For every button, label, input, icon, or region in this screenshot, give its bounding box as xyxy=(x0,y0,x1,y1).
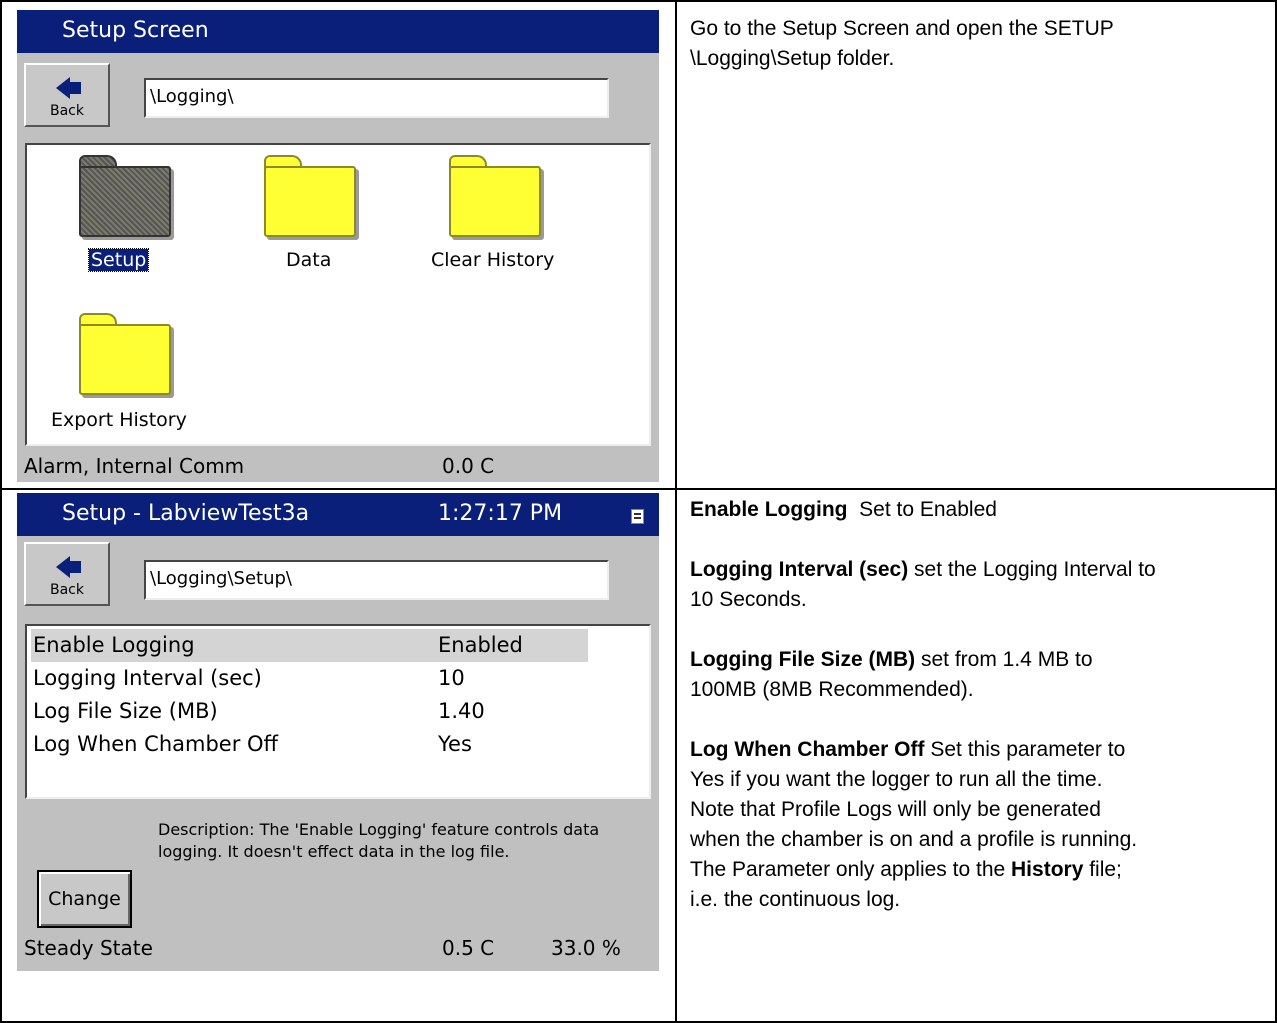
table-border-middle xyxy=(0,488,1277,490)
instruction-text: set from 1.4 MB to xyxy=(915,648,1093,671)
folder-label-setup[interactable]: Setup xyxy=(87,248,150,272)
instruction-step-1: Go to the Setup Screen and open the SETU… xyxy=(690,14,1268,74)
param-name: Log File Size (MB) xyxy=(33,699,218,723)
window-title: Setup Screen xyxy=(62,18,209,43)
instruction-line: Note that Profile Logs will only be gene… xyxy=(690,798,1101,821)
list-item-enable-logging[interactable]: Enable Logging Enabled xyxy=(31,629,588,662)
back-button[interactable]: Back xyxy=(24,542,110,606)
folder-label-clear-history[interactable]: Clear History xyxy=(431,249,554,271)
back-button[interactable]: Back xyxy=(24,63,110,127)
parameter-list: Enable Logging Enabled Logging Interval … xyxy=(25,624,651,799)
param-heading: Enable Logging xyxy=(690,498,848,521)
logging-interval-instruction: Logging Interval (sec) set the Logging I… xyxy=(690,555,1272,585)
back-arrow-shaft xyxy=(69,561,81,573)
list-item-log-file-size[interactable]: Log File Size (MB) 1.40 xyxy=(31,695,631,728)
param-name: Enable Logging xyxy=(33,633,195,657)
back-arrow-icon xyxy=(56,556,70,578)
title-bar: Setup Screen xyxy=(17,10,659,53)
table-border-left xyxy=(0,0,2,1023)
instruction-text: The Parameter only applies to the xyxy=(690,858,1012,881)
back-button-label: Back xyxy=(50,582,84,598)
instruction-line: \Logging\Setup folder. xyxy=(690,47,895,70)
param-heading: Log When Chamber Off xyxy=(690,738,925,761)
instruction-text: set the Logging Interval to xyxy=(908,558,1156,581)
param-value: Yes xyxy=(438,732,472,756)
param-heading: Logging File Size (MB) xyxy=(690,648,916,671)
history-emphasis: History xyxy=(1011,858,1084,881)
instruction-line: The Parameter only applies to the Histor… xyxy=(690,855,1272,885)
log-when-chamber-off-instruction: Log When Chamber Off Set this parameter … xyxy=(690,735,1272,765)
change-button[interactable]: Change xyxy=(37,870,132,928)
window-title: Setup - LabviewTest3a xyxy=(62,501,310,526)
back-arrow-icon xyxy=(56,77,70,99)
folder-icon-setup[interactable] xyxy=(79,155,171,237)
list-item-logging-interval[interactable]: Logging Interval (sec) 10 xyxy=(31,662,631,695)
setup-screen-screenshot: Setup Screen Back \Logging\ Setup Data C… xyxy=(17,10,659,482)
clock: 1:27:17 PM xyxy=(438,501,563,526)
param-value: 1.40 xyxy=(438,699,485,723)
instruction-line: i.e. the continuous log. xyxy=(690,888,901,911)
param-value: 10 xyxy=(438,666,465,690)
keyboard-icon[interactable] xyxy=(631,509,644,524)
instruction-step-2: Enable Logging Set to Enabled Logging In… xyxy=(690,495,1272,915)
status-temperature: 0.5 C xyxy=(442,936,495,960)
instruction-line: Go to the Setup Screen and open the SETU… xyxy=(690,17,1114,40)
status-humidity: 33.0 % xyxy=(551,936,621,960)
parameter-description: Description: The 'Enable Logging' featur… xyxy=(158,820,600,861)
folder-icon-clear-history[interactable] xyxy=(449,155,541,237)
title-bar: Setup - LabviewTest3a 1:27:17 PM xyxy=(17,493,659,536)
path-input[interactable]: \Logging\ xyxy=(144,78,609,118)
param-value: Enabled xyxy=(438,633,523,657)
folder-icon-export-history[interactable] xyxy=(79,313,171,395)
instruction-line: 10 Seconds. xyxy=(690,588,807,611)
status-state: Steady State xyxy=(24,936,153,960)
folder-label-data[interactable]: Data xyxy=(286,249,331,271)
enable-logging-instruction: Enable Logging Set to Enabled xyxy=(690,495,1272,525)
param-name: Log When Chamber Off xyxy=(33,732,279,756)
instruction-line: Yes if you want the logger to run all th… xyxy=(690,768,1103,791)
table-border-divider xyxy=(675,0,677,1023)
instruction-text: Set to Enabled xyxy=(847,498,997,521)
table-border-top xyxy=(0,0,1277,2)
status-alarm: Alarm, Internal Comm xyxy=(24,454,245,478)
list-item-log-when-chamber-off[interactable]: Log When Chamber Off Yes xyxy=(31,728,631,761)
param-name: Logging Interval (sec) xyxy=(33,666,262,690)
back-button-label: Back xyxy=(50,103,84,119)
back-arrow-shaft xyxy=(69,82,81,94)
instruction-text: Set this parameter to xyxy=(924,738,1126,761)
param-heading: Logging Interval (sec) xyxy=(690,558,909,581)
log-file-size-instruction: Logging File Size (MB) set from 1.4 MB t… xyxy=(690,645,1272,675)
folder-pane: Setup Data Clear History Export History xyxy=(25,143,651,446)
status-temperature: 0.0 C xyxy=(442,454,495,478)
instruction-line: when the chamber is on and a profile is … xyxy=(690,828,1138,851)
folder-icon-data[interactable] xyxy=(264,155,356,237)
folder-label-export-history[interactable]: Export History xyxy=(51,409,187,431)
path-input[interactable]: \Logging\Setup\ xyxy=(144,560,609,600)
instruction-text: file; xyxy=(1083,858,1122,881)
instruction-line: 100MB (8MB Recommended). xyxy=(690,678,974,701)
logging-setup-screenshot: Setup - LabviewTest3a 1:27:17 PM Back \L… xyxy=(17,493,659,971)
